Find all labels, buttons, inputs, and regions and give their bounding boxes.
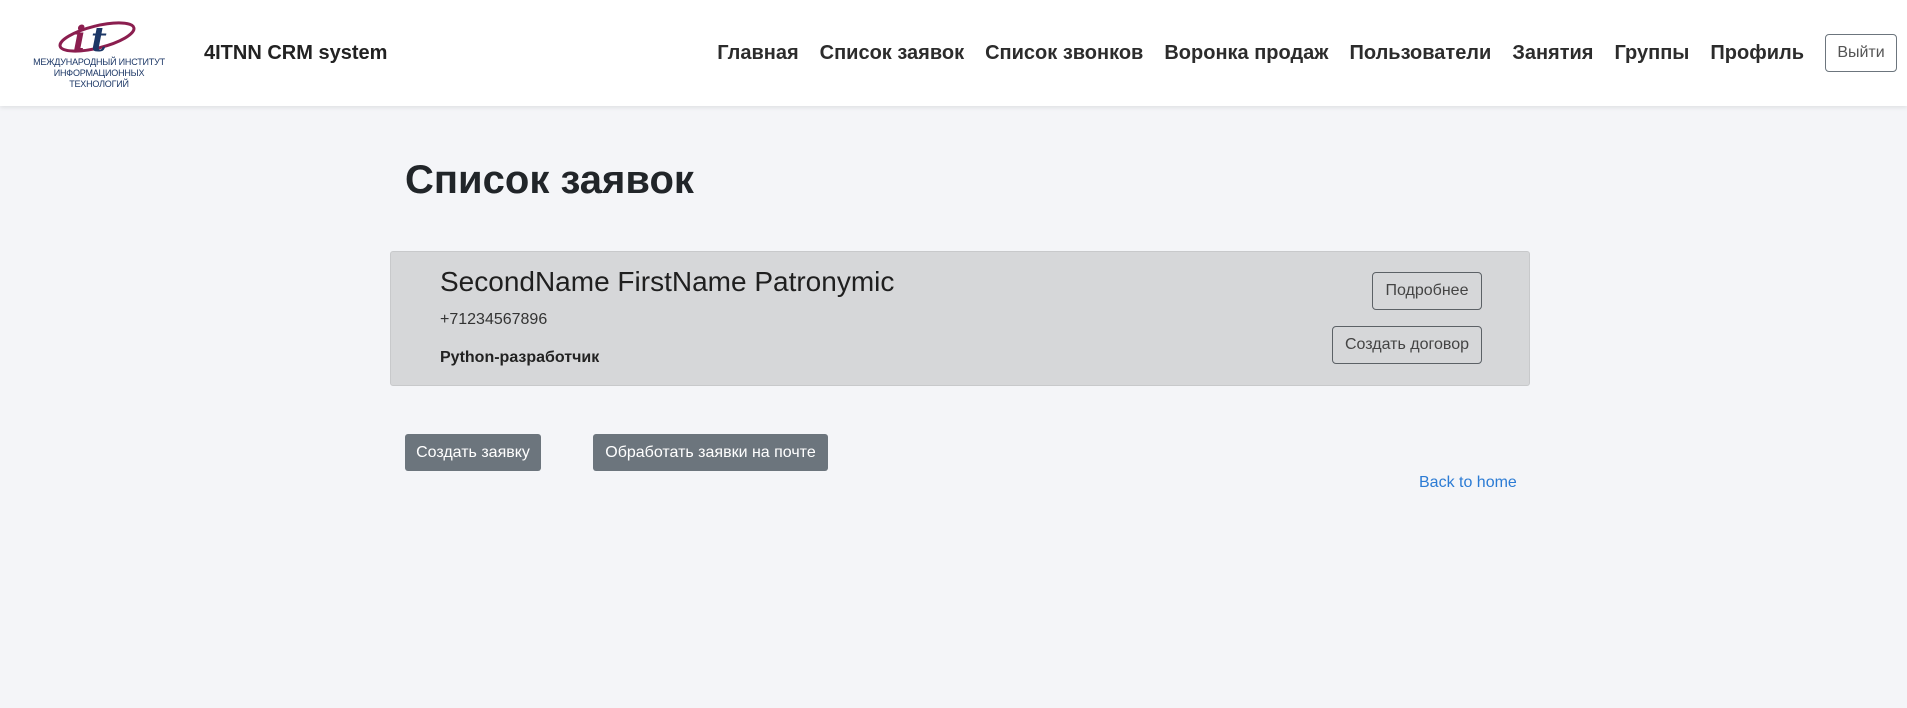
- logo[interactable]: i t МЕЖДУНАРОДНЫЙ ИНСТИТУТ ИНФОРМАЦИОННЫ…: [33, 14, 165, 92]
- main-nav: Главная Список заявок Список звонков Вор…: [717, 42, 1804, 65]
- nav-link-groups[interactable]: Группы: [1614, 42, 1689, 65]
- svg-text:i: i: [73, 19, 86, 58]
- logout-button[interactable]: Выйти: [1825, 34, 1897, 72]
- nav-link-sales-funnel[interactable]: Воронка продаж: [1164, 42, 1328, 65]
- back-to-home-link[interactable]: Back to home: [1419, 474, 1517, 492]
- nav-link-lessons[interactable]: Занятия: [1512, 42, 1593, 65]
- brand-title[interactable]: 4ITNN CRM system: [204, 42, 387, 65]
- page-title: Список заявок: [405, 158, 694, 202]
- request-position: Python-разработчик: [440, 349, 600, 366]
- logo-caption-line: ТЕХНОЛОГИЙ: [69, 79, 129, 89]
- create-contract-button[interactable]: Создать договор: [1332, 326, 1482, 364]
- logo-caption-line: ИНФОРМАЦИОННЫХ: [53, 68, 145, 78]
- nav-link-requests[interactable]: Список заявок: [820, 42, 964, 65]
- process-mail-requests-button[interactable]: Обработать заявки на почте: [593, 434, 828, 471]
- nav-link-users[interactable]: Пользователи: [1349, 42, 1491, 65]
- details-button[interactable]: Подробнее: [1372, 272, 1482, 310]
- logo-caption-line: МЕЖДУНАРОДНЫЙ ИНСТИТУТ: [33, 57, 165, 67]
- request-name: SecondName FirstName Patronymic: [440, 266, 895, 297]
- svg-text:t: t: [91, 20, 107, 58]
- request-card: SecondName FirstName Patronymic +7123456…: [390, 251, 1530, 386]
- create-request-button[interactable]: Создать заявку: [405, 434, 541, 471]
- logo-icon: i t: [58, 19, 136, 58]
- nav-link-profile[interactable]: Профиль: [1710, 42, 1804, 65]
- request-phone: +71234567896: [440, 311, 548, 328]
- nav-link-home[interactable]: Главная: [717, 42, 798, 65]
- top-navbar: i t МЕЖДУНАРОДНЫЙ ИНСТИТУТ ИНФОРМАЦИОННЫ…: [0, 0, 1907, 106]
- logo-caption: МЕЖДУНАРОДНЫЙ ИНСТИТУТ ИНФОРМАЦИОННЫХ ТЕ…: [33, 57, 165, 90]
- nav-link-calls[interactable]: Список звонков: [985, 42, 1143, 65]
